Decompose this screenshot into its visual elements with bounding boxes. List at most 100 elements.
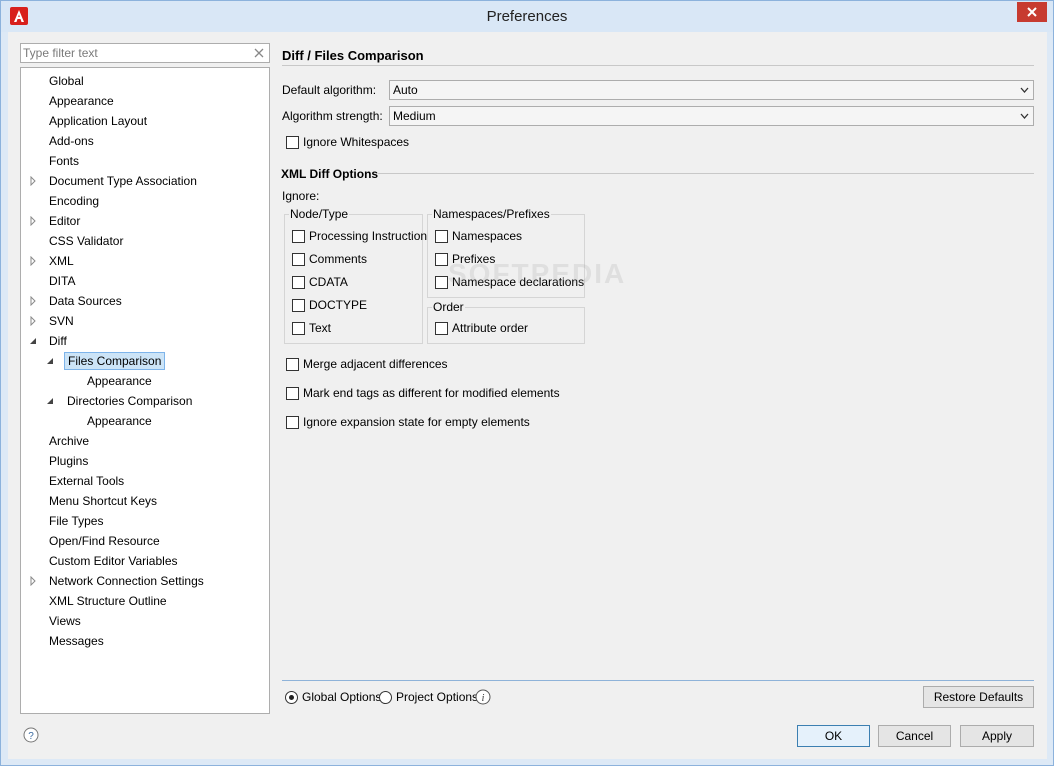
tree-item[interactable]: Encoding (46, 192, 102, 210)
tree-item[interactable]: Open/Find Resource (46, 532, 163, 550)
tree-item-label: SVN (49, 314, 74, 328)
ignore-expansion-checkbox[interactable]: Ignore expansion state for empty element… (286, 415, 530, 429)
tree-item-label: CSS Validator (49, 234, 124, 248)
ignore-option-label: Processing Instruction (309, 229, 428, 243)
tree-item-label: Encoding (49, 194, 100, 208)
tree-item[interactable]: DITA (46, 272, 78, 290)
tree-item[interactable]: XML (30, 252, 77, 270)
expanded-arrow-icon[interactable] (28, 336, 38, 346)
tree-item[interactable]: Global (46, 72, 87, 90)
mark-end-tags-checkbox[interactable]: Mark end tags as different for modified … (286, 386, 560, 400)
collapsed-arrow-icon[interactable] (28, 216, 38, 226)
collapsed-arrow-icon[interactable] (28, 256, 38, 266)
collapsed-arrow-icon[interactable] (28, 176, 38, 186)
tree-item[interactable]: Application Layout (46, 112, 150, 130)
default-algorithm-label: Default algorithm: (282, 83, 377, 97)
collapsed-arrow-icon[interactable] (28, 576, 38, 586)
collapsed-arrow-icon[interactable] (28, 296, 38, 306)
ignore-option-checkbox[interactable]: Text (292, 321, 331, 335)
checkbox-box[interactable] (435, 275, 448, 289)
ignore-option-checkbox[interactable]: Namespaces (435, 229, 522, 243)
ignore-whitespaces-label: Ignore Whitespaces (303, 135, 410, 149)
tree-item-label: Diff (49, 334, 67, 348)
title-bar: Preferences (1, 1, 1053, 32)
cancel-button[interactable]: Cancel (878, 725, 951, 747)
radio-circle[interactable] (379, 690, 392, 704)
checkbox-box[interactable] (292, 321, 305, 335)
radio-circle[interactable] (285, 690, 298, 704)
ignore-option-checkbox[interactable]: DOCTYPE (292, 298, 367, 312)
checkbox-box[interactable] (292, 252, 305, 266)
expanded-arrow-icon[interactable] (45, 396, 55, 406)
algorithm-strength-select[interactable]: Medium (389, 106, 1034, 126)
help-icon[interactable]: ? (23, 727, 39, 743)
merge-adjacent-checkbox[interactable]: Merge adjacent differences (286, 357, 448, 371)
tree-item[interactable]: Add-ons (46, 132, 97, 150)
checkbox-box[interactable] (286, 357, 299, 371)
default-algorithm-select[interactable]: Auto (389, 80, 1034, 100)
tree-item[interactable]: Fonts (46, 152, 82, 170)
project-options-radio[interactable]: Project Options (379, 690, 478, 704)
checkbox-box[interactable] (286, 135, 299, 149)
restore-defaults-button[interactable]: Restore Defaults (923, 686, 1034, 708)
xml-diff-options-title: XML Diff Options (281, 167, 379, 181)
tree-item[interactable]: SVN (30, 312, 77, 330)
merge-adjacent-label: Merge adjacent differences (303, 357, 448, 371)
tree-item[interactable]: Network Connection Settings (30, 572, 207, 590)
ignore-option-checkbox[interactable]: Comments (292, 252, 367, 266)
checkbox-box[interactable] (292, 275, 305, 289)
tree-item[interactable]: Menu Shortcut Keys (46, 492, 160, 510)
global-options-radio[interactable]: Global Options (285, 690, 381, 704)
ignore-option-checkbox[interactable]: Attribute order (435, 321, 528, 335)
tree-item-selected[interactable]: Files Comparison (47, 352, 166, 370)
apply-button[interactable]: Apply (960, 725, 1034, 747)
collapsed-arrow-icon[interactable] (28, 316, 38, 326)
checkbox-box[interactable] (292, 298, 305, 312)
tree-item[interactable]: External Tools (46, 472, 127, 490)
tree-item[interactable]: File Types (46, 512, 106, 530)
ignore-option-checkbox[interactable]: Processing Instruction (292, 229, 427, 243)
tree-item[interactable]: Archive (46, 432, 92, 450)
tree-item[interactable]: Appearance (46, 92, 117, 110)
info-icon[interactable]: i (475, 689, 491, 705)
tree-item[interactable]: Diff (30, 332, 70, 350)
tree-item[interactable]: CSS Validator (46, 232, 126, 250)
close-button[interactable] (1017, 2, 1047, 22)
tree-item-label: External Tools (49, 474, 125, 488)
checkbox-box[interactable] (435, 252, 448, 266)
order-group-title: Order (432, 300, 465, 314)
tree-item[interactable]: Appearance (84, 372, 155, 390)
tree-item-label: XML (49, 254, 74, 268)
tree-item[interactable]: Directories Comparison (47, 392, 195, 410)
clear-filter-icon[interactable] (252, 46, 266, 60)
xml-section-divider (378, 173, 1034, 174)
tree-item[interactable]: Document Type Association (30, 172, 200, 190)
tree-item-label: Appearance (87, 414, 152, 428)
tree-item-label: Messages (49, 634, 104, 648)
tree-item[interactable]: Appearance (84, 412, 155, 430)
tree-item-label: Data Sources (49, 294, 122, 308)
ignore-option-label: DOCTYPE (309, 298, 368, 312)
checkbox-box[interactable] (292, 229, 305, 243)
ignore-option-label: Attribute order (452, 321, 529, 335)
checkbox-box[interactable] (435, 321, 448, 335)
checkbox-box[interactable] (286, 386, 299, 400)
ignore-option-checkbox[interactable]: CDATA (292, 275, 348, 289)
tree-item-label: Directories Comparison (67, 394, 193, 408)
tree-item[interactable]: Editor (30, 212, 83, 230)
expanded-arrow-icon[interactable] (45, 356, 55, 366)
filter-field[interactable] (20, 43, 270, 63)
checkbox-box[interactable] (286, 415, 299, 429)
tree-item[interactable]: Messages (46, 632, 107, 650)
ignore-whitespaces-checkbox[interactable]: Ignore Whitespaces (286, 135, 409, 149)
filter-input[interactable] (21, 44, 249, 62)
watermark: SOFTPEDIA (448, 258, 627, 289)
checkbox-box[interactable] (435, 229, 448, 243)
tree-item[interactable]: XML Structure Outline (46, 592, 170, 610)
tree-item[interactable]: Plugins (46, 452, 91, 470)
tree-item-label: File Types (49, 514, 104, 528)
tree-item[interactable]: Data Sources (30, 292, 125, 310)
tree-item[interactable]: Views (46, 612, 84, 630)
tree-item[interactable]: Custom Editor Variables (46, 552, 181, 570)
ok-button[interactable]: OK (797, 725, 870, 747)
